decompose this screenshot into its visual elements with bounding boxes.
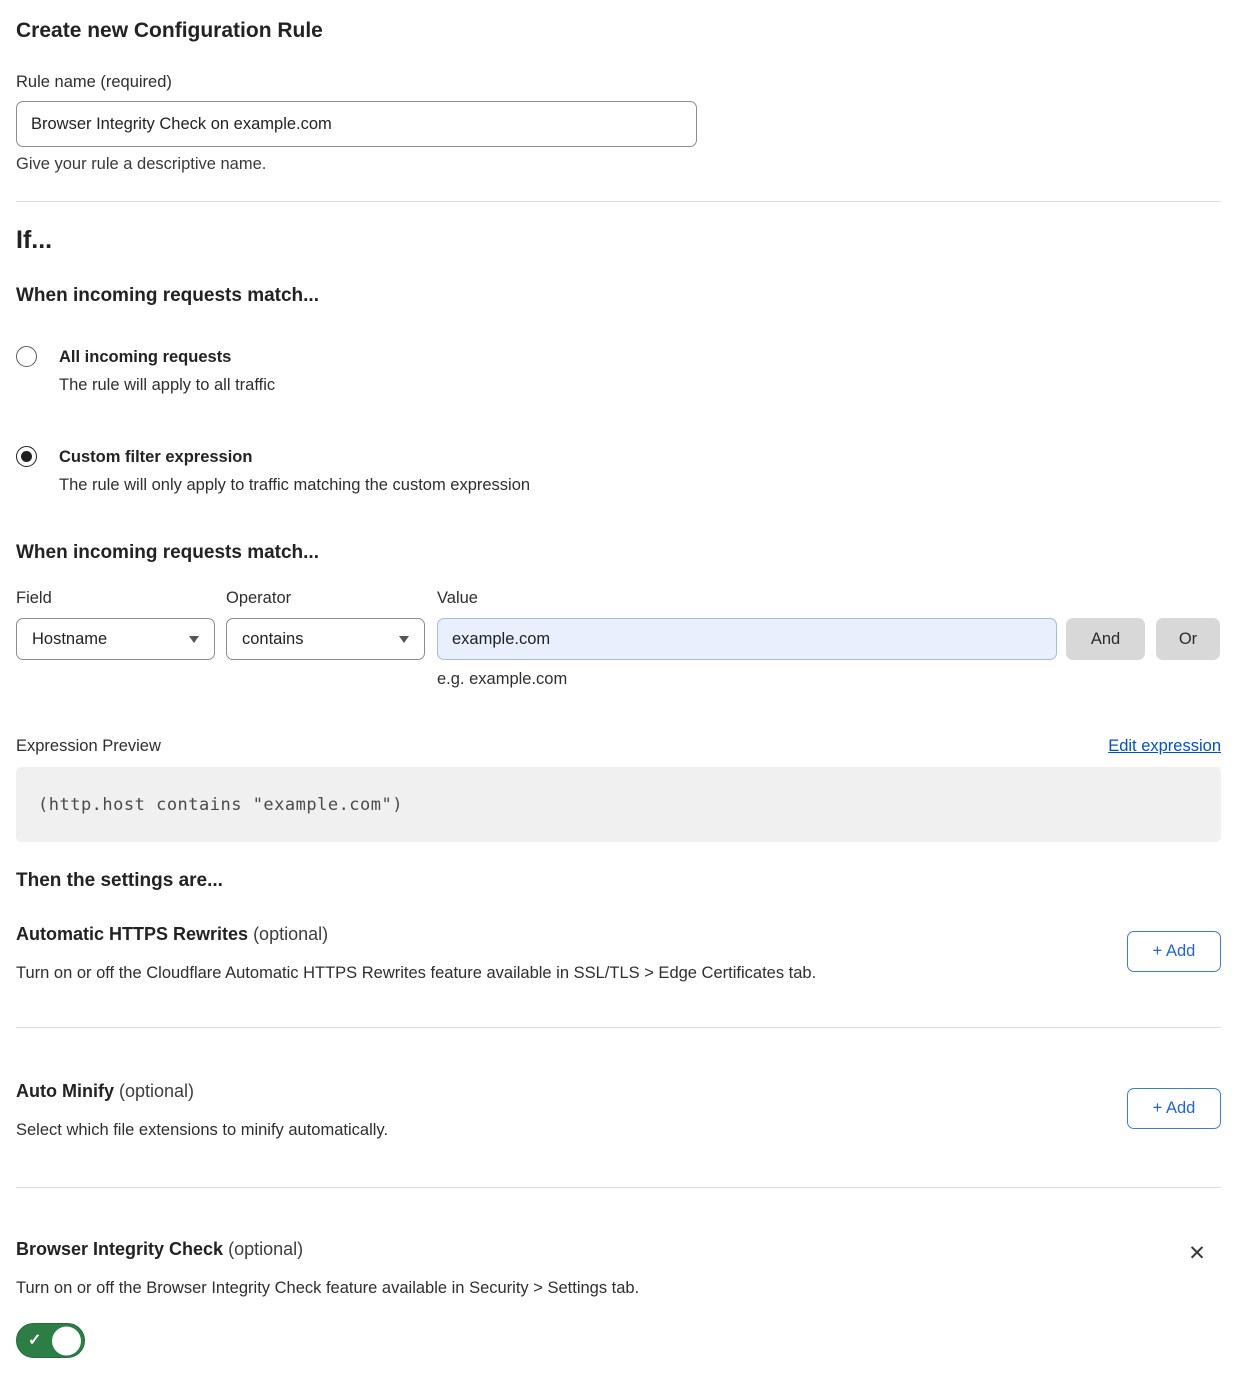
section-divider — [16, 1187, 1221, 1188]
expression-preview-row: Expression Preview Edit expression — [16, 737, 1221, 756]
optional-tag: (optional) — [253, 924, 328, 944]
then-settings-heading: Then the settings are... — [16, 869, 1221, 893]
radio-option-all-incoming[interactable]: All incoming requests The rule will appl… — [16, 346, 1221, 396]
browser-integrity-check-toggle[interactable]: ✓ — [16, 1323, 85, 1358]
toggle-knob[interactable] — [52, 1326, 81, 1355]
optional-tag: (optional) — [119, 1081, 194, 1101]
close-icon[interactable]: ✕ — [1185, 1242, 1209, 1266]
field-select[interactable]: Hostname — [16, 618, 215, 660]
setting-description: Select which file extensions to minify a… — [16, 1120, 388, 1141]
chevron-down-icon — [399, 636, 409, 643]
rule-name-label: Rule name (required) — [16, 72, 1221, 92]
filter-builder-heading: When incoming requests match... — [16, 541, 1221, 565]
optional-tag: (optional) — [228, 1239, 303, 1259]
setting-automatic-https-rewrites: Automatic HTTPS Rewrites (optional) Turn… — [16, 923, 1221, 984]
create-configuration-rule-form: Create new Configuration Rule Rule name … — [0, 16, 1237, 1375]
radio-label: Custom filter expression — [59, 446, 530, 468]
check-icon: ✓ — [28, 1333, 41, 1349]
field-label: Field — [16, 589, 226, 608]
filter-builder-controls: Hostname contains And Or — [16, 618, 1221, 660]
value-hint: e.g. example.com — [437, 670, 1221, 689]
rule-name-input[interactable] — [16, 101, 697, 147]
setting-title: Auto Minify (optional) — [16, 1080, 388, 1103]
operator-select[interactable]: contains — [226, 618, 425, 660]
setting-title: Automatic HTTPS Rewrites (optional) — [16, 923, 816, 946]
setting-title: Browser Integrity Check (optional) — [16, 1238, 639, 1261]
radio-label: All incoming requests — [59, 346, 275, 368]
value-label: Value — [437, 589, 478, 608]
section-divider — [16, 201, 1221, 202]
setting-browser-integrity-check: Browser Integrity Check (optional) Turn … — [16, 1238, 1221, 1358]
radio-description: The rule will only apply to traffic matc… — [59, 474, 530, 496]
if-heading: If... — [16, 223, 1221, 257]
expression-preview-label: Expression Preview — [16, 737, 161, 756]
setting-description: Turn on or off the Browser Integrity Che… — [16, 1278, 639, 1299]
section-divider — [16, 1027, 1221, 1028]
rule-name-help: Give your rule a descriptive name. — [16, 154, 1221, 174]
page-title: Create new Configuration Rule — [16, 16, 1221, 46]
expression-preview-box: (http.host contains "example.com") — [16, 767, 1221, 842]
value-input[interactable] — [437, 618, 1057, 660]
edit-expression-link[interactable]: Edit expression — [1108, 737, 1221, 756]
operator-select-value: contains — [242, 630, 303, 649]
and-button[interactable]: And — [1066, 618, 1145, 660]
setting-auto-minify: Auto Minify (optional) Select which file… — [16, 1080, 1221, 1141]
operator-label: Operator — [226, 589, 437, 608]
when-requests-match-heading: When incoming requests match... — [16, 284, 1221, 308]
radio-button-unselected[interactable] — [16, 346, 37, 367]
add-auto-minify-button[interactable]: + Add — [1127, 1088, 1221, 1129]
filter-builder-labels: Field Operator Value — [16, 589, 1221, 608]
expression-text: (http.host contains "example.com") — [38, 795, 403, 815]
setting-description: Turn on or off the Cloudflare Automatic … — [16, 963, 816, 984]
add-automatic-https-rewrites-button[interactable]: + Add — [1127, 931, 1221, 972]
radio-button-selected[interactable] — [16, 446, 37, 467]
field-select-value: Hostname — [32, 630, 107, 649]
radio-option-custom-filter[interactable]: Custom filter expression The rule will o… — [16, 446, 1221, 496]
chevron-down-icon — [189, 636, 199, 643]
radio-description: The rule will apply to all traffic — [59, 374, 275, 396]
or-button[interactable]: Or — [1156, 618, 1220, 660]
